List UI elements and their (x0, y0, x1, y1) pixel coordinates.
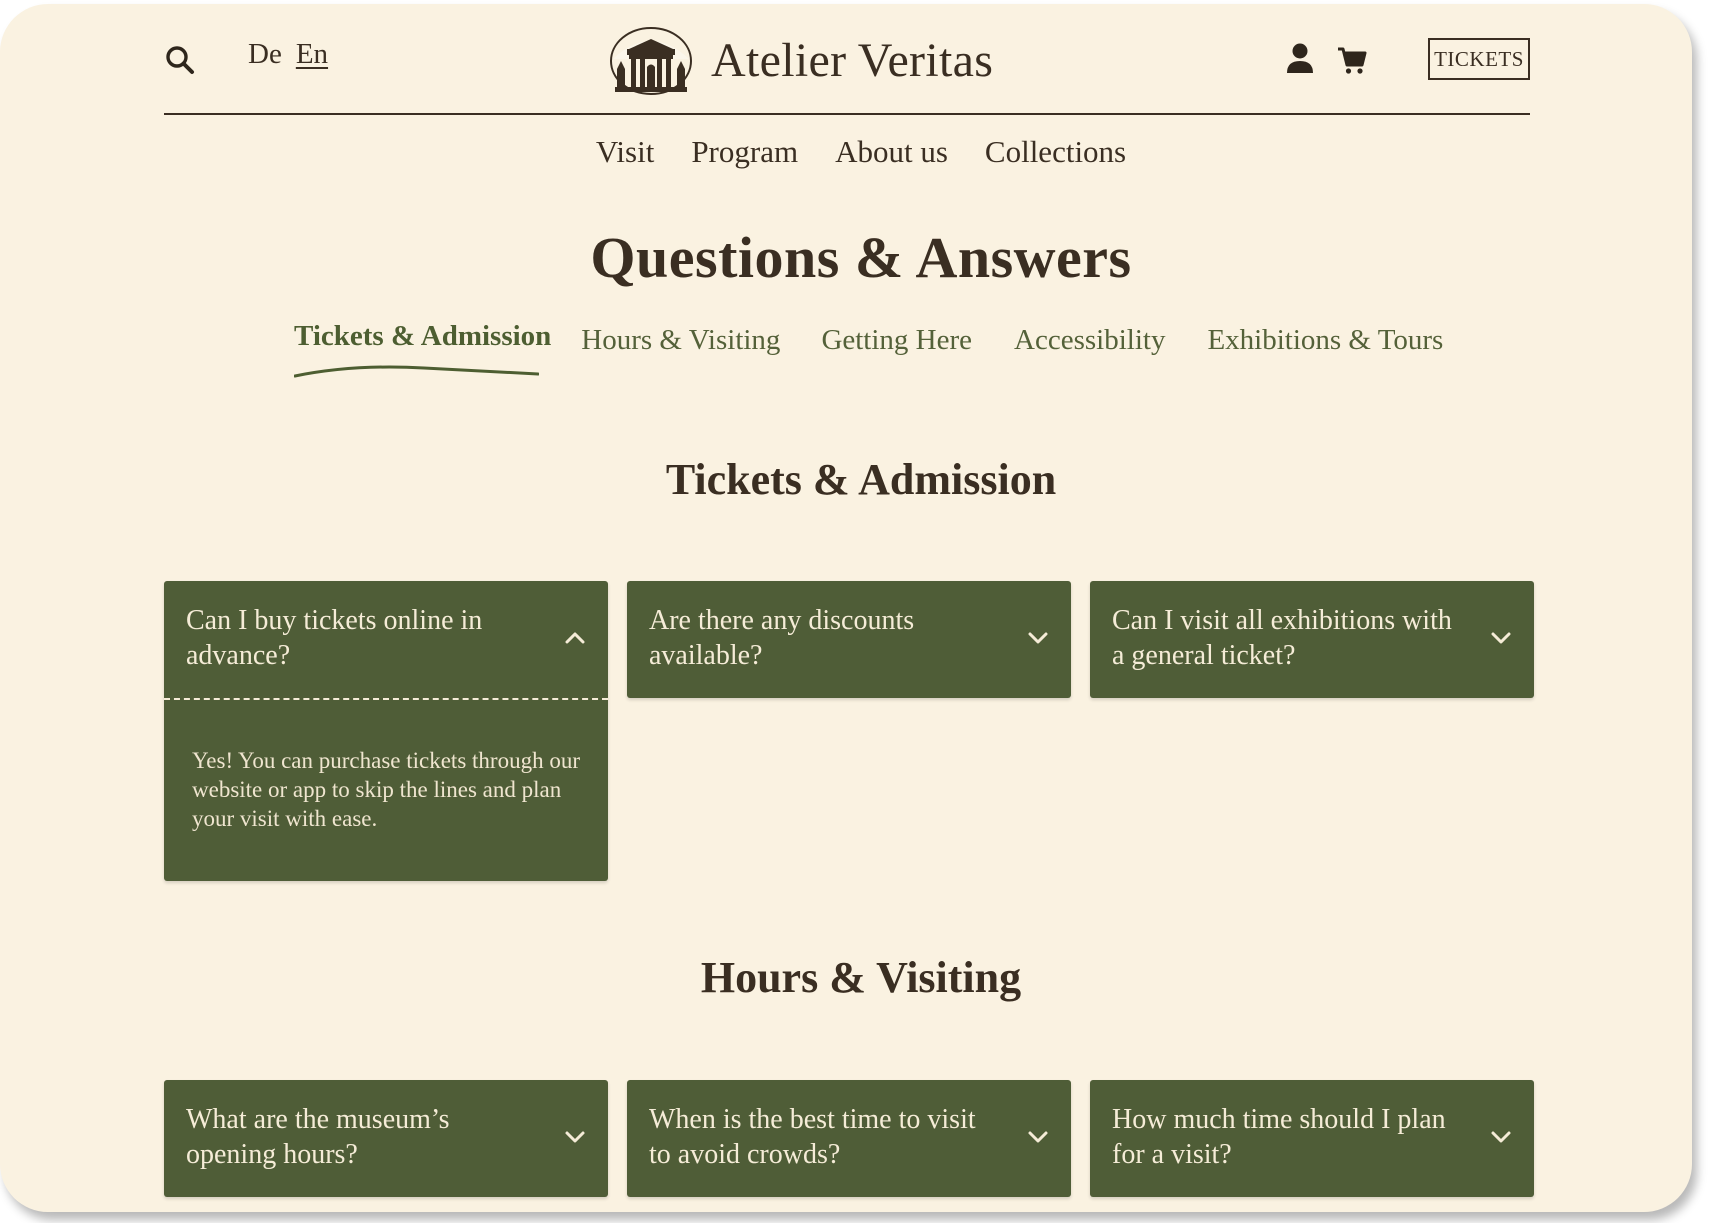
faq-question-toggle[interactable]: How much time should I plan for a visit? (1090, 1080, 1534, 1197)
chevron-down-icon (1028, 632, 1048, 644)
faq-answer: Yes! You can purchase tickets through ou… (192, 748, 580, 831)
cart-icon (1338, 47, 1367, 74)
faq-question-toggle[interactable]: Can I buy tickets online in advance? (164, 581, 608, 698)
nav-program[interactable]: Program (691, 134, 798, 170)
account-button[interactable] (1284, 42, 1316, 76)
lang-de[interactable]: De (248, 38, 282, 71)
faq-question-toggle[interactable]: When is the best time to visit to avoid … (627, 1080, 1071, 1197)
browser-frame: De En Atelier Veritas TICKETS Visit Prog… (0, 4, 1692, 1212)
section-title-hours: Hours & Visiting (700, 953, 1022, 1002)
site-header: De En Atelier Veritas TICKETS (164, 4, 1530, 115)
nav-collections[interactable]: Collections (985, 134, 1126, 170)
tab-label: Hours & Visiting (581, 324, 781, 356)
faq-item: How much time should I plan for a visit? (1090, 1080, 1534, 1197)
chevron-down-icon (565, 1131, 585, 1143)
tab-label: Exhibitions & Tours (1207, 324, 1444, 356)
site-logo[interactable]: Atelier Veritas (609, 24, 993, 96)
tab-tickets-admission[interactable]: Tickets & Admission (294, 320, 552, 378)
tab-hours-visiting[interactable]: Hours & Visiting (581, 324, 780, 357)
cart-button[interactable] (1336, 44, 1368, 76)
faq-item: Can I visit all exhibitions with a gener… (1090, 581, 1534, 698)
search-button[interactable] (164, 44, 196, 76)
chevron-down-icon (1028, 1131, 1048, 1143)
tab-accessibility[interactable]: Accessibility (1014, 324, 1165, 357)
faq-question: Are there any discounts available? (649, 605, 915, 671)
faq-item: When is the best time to visit to avoid … (627, 1080, 1071, 1197)
brand-name: Atelier Veritas (711, 33, 994, 87)
faq-question: Can I visit all exhibitions with a gener… (1112, 605, 1452, 671)
active-tab-underline (294, 365, 539, 378)
nav-visit[interactable]: Visit (596, 134, 654, 170)
tickets-button[interactable]: TICKETS (1428, 38, 1530, 80)
tab-label: Tickets & Admission (294, 320, 552, 352)
user-icon (1287, 43, 1313, 73)
page-title: Questions & Answers (590, 225, 1132, 290)
nav-about-us[interactable]: About us (835, 134, 948, 170)
main-nav: Visit Program About us Collections (0, 134, 1692, 170)
faq-question: What are the museum’s opening hours? (186, 1104, 450, 1170)
museum-logo-icon (610, 27, 692, 95)
chevron-down-icon (1491, 1131, 1511, 1143)
faq-item: What are the museum’s opening hours? (164, 1080, 608, 1197)
tab-label: Accessibility (1014, 324, 1166, 356)
language-switcher: De En (248, 38, 328, 71)
tab-getting-here[interactable]: Getting Here (821, 324, 972, 357)
faq-question: When is the best time to visit to avoid … (649, 1104, 976, 1170)
lang-en[interactable]: En (296, 38, 328, 71)
chevron-down-icon (1491, 632, 1511, 644)
search-icon (166, 46, 194, 74)
section-title-tickets: Tickets & Admission (665, 455, 1057, 504)
faq-item: Are there any discounts available? (627, 581, 1071, 698)
faq-question-toggle[interactable]: Can I visit all exhibitions with a gener… (1090, 581, 1534, 698)
faq-question-toggle[interactable]: What are the museum’s opening hours? (164, 1080, 608, 1197)
tab-label: Getting Here (821, 324, 973, 356)
tab-exhibitions-tours[interactable]: Exhibitions & Tours (1207, 324, 1443, 357)
chevron-up-icon (565, 632, 585, 644)
faq-question-toggle[interactable]: Are there any discounts available? (627, 581, 1071, 698)
faq-item: Can I buy tickets online in advance? Yes… (164, 581, 608, 881)
faq-question: How much time should I plan for a visit? (1112, 1104, 1446, 1170)
category-tabs: Tickets & Admission Hours & Visiting Get… (294, 320, 1443, 378)
faq-question: Can I buy tickets online in advance? (186, 605, 483, 671)
